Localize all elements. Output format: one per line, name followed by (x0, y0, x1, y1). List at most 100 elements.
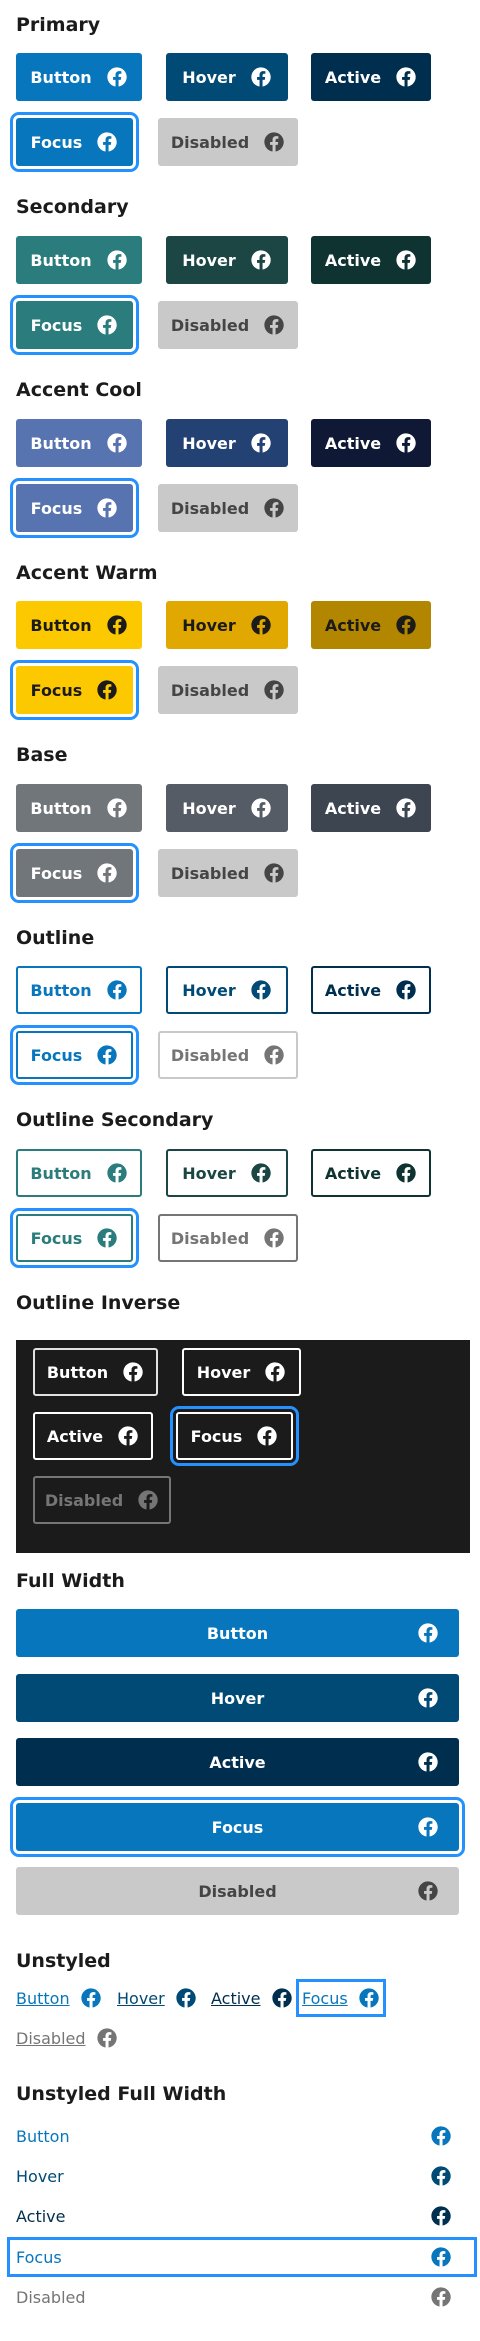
button-label: Hover (182, 980, 236, 1000)
unstyled-full-width-focus-button[interactable]: Focus (7, 2237, 477, 2277)
facebook-icon (96, 679, 118, 701)
section-title-full-width: Full Width (16, 1570, 125, 1592)
button-label: Active (324, 615, 382, 635)
base-disabled-button: Disabled (158, 849, 298, 897)
primary-active-button[interactable]: Active (311, 53, 431, 101)
secondary-focus-button[interactable]: Focus (10, 295, 139, 355)
accent-cool-hover-button[interactable]: Hover (166, 419, 288, 467)
outline-inverse-focus-button[interactable]: Focus (170, 1406, 299, 1466)
button-label: Focus (190, 1426, 243, 1446)
full-width-active-button[interactable]: Active (16, 1738, 459, 1786)
button-label: Focus (30, 863, 83, 883)
button-label: Focus (30, 315, 83, 335)
button-label: Active (209, 1752, 266, 1772)
primary-button[interactable]: Button (16, 53, 142, 101)
outline-inverse-hover-button[interactable]: Hover (182, 1348, 301, 1396)
facebook-icon (106, 797, 128, 819)
facebook-icon (430, 2125, 452, 2147)
outline-inverse-button[interactable]: Button (33, 1348, 158, 1396)
accent-warm-focus-button[interactable]: Focus (10, 660, 139, 720)
facebook-icon (106, 1162, 128, 1184)
button-label: Active (46, 1426, 104, 1446)
outline-active-button[interactable]: Active (311, 966, 431, 1014)
base-hover-button[interactable]: Hover (166, 784, 288, 832)
facebook-icon (263, 1044, 285, 1066)
button-label: Button (30, 67, 92, 87)
primary-disabled-button: Disabled (158, 118, 298, 166)
full-width-hover-button[interactable]: Hover (16, 1674, 459, 1722)
button-label: Button (206, 1623, 269, 1643)
facebook-icon (106, 979, 128, 1001)
button-label: Active (324, 67, 382, 87)
outline-hover-button[interactable]: Hover (166, 966, 288, 1014)
facebook-icon (430, 2286, 452, 2308)
button-label: Focus (30, 132, 83, 152)
facebook-icon (395, 66, 417, 88)
facebook-icon (96, 2027, 118, 2049)
outline-secondary-hover-button[interactable]: Hover (166, 1149, 288, 1197)
facebook-icon (430, 2205, 452, 2227)
facebook-icon (256, 1425, 278, 1447)
outline-secondary-focus-button[interactable]: Focus (10, 1208, 139, 1268)
unstyled-full-width-active-button[interactable]: Active (10, 2199, 474, 2233)
full-width-focus-button[interactable]: Focus (10, 1797, 465, 1857)
accent-warm-button[interactable]: Button (16, 601, 142, 649)
accent-warm-hover-button[interactable]: Hover (166, 601, 288, 649)
outline-inverse-active-button[interactable]: Active (33, 1412, 153, 1460)
row-label: Button (16, 2126, 70, 2146)
unstyled-focus-button[interactable]: Focus (296, 1979, 386, 2017)
button-label: Hover (210, 1688, 265, 1708)
outline-secondary-active-button[interactable]: Active (311, 1149, 431, 1197)
unstyled-button[interactable]: Button (16, 1985, 102, 2011)
unstyled-full-width-hover-button[interactable]: Hover (10, 2159, 474, 2193)
accent-cool-active-button[interactable]: Active (311, 419, 431, 467)
secondary-active-button[interactable]: Active (311, 236, 431, 284)
facebook-icon (395, 979, 417, 1001)
facebook-icon (80, 1987, 102, 2009)
outline-secondary-button[interactable]: Button (16, 1149, 142, 1197)
base-button[interactable]: Button (16, 784, 142, 832)
unstyled-full-width-button[interactable]: Button (10, 2119, 474, 2153)
outline-focus-button[interactable]: Focus (10, 1025, 139, 1085)
facebook-icon (96, 131, 118, 153)
unstyled-disabled-button: Disabled (16, 2025, 118, 2051)
secondary-hover-button[interactable]: Hover (166, 236, 288, 284)
facebook-icon (263, 314, 285, 336)
facebook-icon (250, 249, 272, 271)
row-label: Hover (16, 2166, 64, 2186)
primary-focus-button[interactable]: Focus (10, 112, 139, 172)
facebook-icon (106, 614, 128, 636)
accent-cool-disabled-button: Disabled (158, 484, 298, 532)
facebook-icon (395, 614, 417, 636)
button-label: Hover (182, 615, 236, 635)
button-label: Disabled (170, 1045, 250, 1065)
accent-cool-focus-button[interactable]: Focus (10, 478, 139, 538)
button-label: Button (30, 250, 92, 270)
facebook-icon (417, 1880, 439, 1902)
button-label: Active (324, 433, 382, 453)
outline-button[interactable]: Button (16, 966, 142, 1014)
facebook-icon (175, 1987, 197, 2009)
button-label: Button (30, 1163, 92, 1183)
facebook-icon (96, 1044, 118, 1066)
secondary-button[interactable]: Button (16, 236, 142, 284)
base-focus-button[interactable]: Focus (10, 843, 139, 903)
base-active-button[interactable]: Active (311, 784, 431, 832)
button-label: Disabled (44, 1490, 124, 1510)
button-label: Button (46, 1362, 109, 1382)
accent-warm-active-button[interactable]: Active (311, 601, 431, 649)
button-label: Hover (196, 1362, 251, 1382)
button-label: Focus (30, 1228, 83, 1248)
link-label: Disabled (16, 2028, 86, 2048)
button-label: Button (30, 980, 92, 1000)
accent-cool-button[interactable]: Button (16, 419, 142, 467)
button-label: Focus (30, 1045, 83, 1065)
facebook-icon (395, 249, 417, 271)
section-title-base: Base (16, 744, 68, 766)
full-width-button[interactable]: Button (16, 1609, 459, 1657)
unstyled-hover-button[interactable]: Hover (117, 1985, 197, 2011)
primary-hover-button[interactable]: Hover (166, 53, 288, 101)
facebook-icon (106, 249, 128, 271)
unstyled-active-button[interactable]: Active (211, 1985, 293, 2011)
link-label: Focus (302, 1988, 348, 2008)
